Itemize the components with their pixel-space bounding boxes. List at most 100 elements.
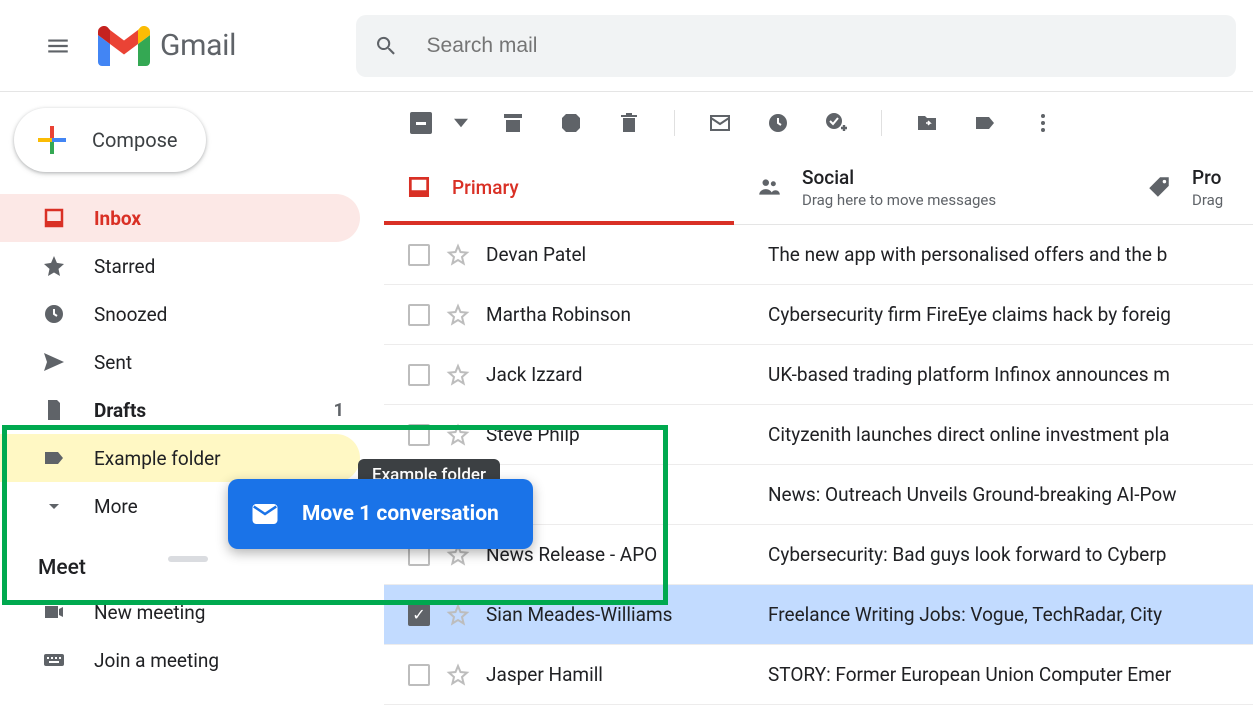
nav-label: More — [94, 495, 138, 518]
tab-subtext: Drag here to move messages — [802, 191, 996, 209]
tab-promotions[interactable]: Pro Drag — [1124, 150, 1245, 224]
row-sender: Steve Philp — [486, 423, 768, 446]
search-bar[interactable] — [356, 15, 1236, 77]
nav-drafts[interactable]: Drafts 1 — [0, 386, 360, 434]
star-icon — [42, 254, 66, 278]
row-checkbox[interactable] — [408, 604, 430, 626]
row-sender: Sian Meades-Williams — [486, 603, 768, 626]
select-all-toggle[interactable] — [410, 112, 468, 134]
file-icon — [42, 398, 66, 422]
star-icon[interactable] — [446, 423, 470, 447]
main-panel: Primary Social Drag here to move message… — [384, 92, 1253, 705]
star-icon[interactable] — [446, 363, 470, 387]
mail-row[interactable]: Sian Meades-WilliamsFreelance Writing Jo… — [384, 585, 1253, 645]
sidebar-resize-handle[interactable] — [168, 556, 208, 562]
delete-button[interactable] — [616, 110, 642, 136]
mail-filled-icon — [250, 499, 280, 529]
label-icon — [42, 446, 66, 470]
row-checkbox[interactable] — [408, 244, 430, 266]
tab-primary[interactable]: Primary — [384, 150, 734, 224]
video-icon — [42, 600, 66, 624]
compose-label: Compose — [92, 128, 178, 152]
star-icon[interactable] — [446, 303, 470, 327]
mail-icon — [708, 111, 732, 135]
nav-label: Join a meeting — [94, 649, 219, 672]
nav-snoozed[interactable]: Snoozed — [0, 290, 360, 338]
plus-icon — [34, 122, 70, 158]
row-sender: Jasper Hamill — [486, 663, 768, 686]
mail-row[interactable]: Devan PatelThe new app with personalised… — [384, 225, 1253, 285]
star-icon[interactable] — [446, 663, 470, 687]
row-checkbox[interactable] — [408, 664, 430, 686]
row-subject: UK-based trading platform Infinox announ… — [768, 363, 1170, 386]
nav-label: Example folder — [94, 447, 221, 470]
search-input[interactable] — [427, 34, 1219, 58]
mail-toolbar — [384, 92, 1253, 150]
toast-text: Move 1 conversation — [302, 502, 499, 526]
star-icon[interactable] — [446, 603, 470, 627]
meet-join-meeting[interactable]: Join a meeting — [0, 636, 360, 684]
label-icon — [973, 111, 997, 135]
search-icon — [374, 33, 398, 59]
gmail-wordmark: Gmail — [160, 28, 236, 63]
compose-button[interactable]: Compose — [14, 108, 206, 172]
mail-row[interactable]: Jack IzzardUK-based trading platform Inf… — [384, 345, 1253, 405]
tab-label: Pro — [1192, 166, 1223, 189]
dropdown-caret-icon — [454, 116, 468, 130]
gmail-logo[interactable]: Gmail — [98, 26, 236, 66]
archive-icon — [501, 111, 525, 135]
add-task-button[interactable] — [823, 110, 849, 136]
star-icon[interactable] — [446, 243, 470, 267]
more-button[interactable] — [1030, 110, 1056, 136]
inbox-icon — [406, 174, 432, 200]
archive-button[interactable] — [500, 110, 526, 136]
row-subject: Cybersecurity firm FireEye claims hack b… — [768, 303, 1171, 326]
snooze-button[interactable] — [765, 110, 791, 136]
row-subject: Cybersecurity: Bad guys look forward to … — [768, 543, 1166, 566]
nav-label: Snoozed — [94, 303, 167, 326]
keyboard-icon — [42, 648, 66, 672]
row-subject: The new app with personalised offers and… — [768, 243, 1167, 266]
row-sender: Jack Izzard — [486, 363, 768, 386]
trash-icon — [617, 111, 641, 135]
labels-button[interactable] — [972, 110, 998, 136]
move-conversation-toast: Move 1 conversation — [228, 479, 533, 549]
nav-starred[interactable]: Starred — [0, 242, 360, 290]
tab-subtext: Drag — [1192, 191, 1223, 209]
row-sender: Martha Robinson — [486, 303, 768, 326]
spam-icon — [559, 111, 583, 135]
row-checkbox[interactable] — [408, 424, 430, 446]
row-checkbox[interactable] — [408, 364, 430, 386]
select-indeterminate-icon — [410, 112, 432, 134]
row-checkbox[interactable] — [408, 304, 430, 326]
mail-row[interactable]: Jasper HamillSTORY: Former European Unio… — [384, 645, 1253, 705]
row-subject: Freelance Writing Jobs: Vogue, TechRadar… — [768, 603, 1162, 626]
inbox-icon — [42, 206, 66, 230]
check-plus-icon — [824, 111, 848, 135]
app-header: Gmail — [0, 0, 1253, 92]
hamburger-icon — [45, 33, 71, 59]
mail-row[interactable]: Martha RobinsonCybersecurity firm FireEy… — [384, 285, 1253, 345]
nav-inbox[interactable]: Inbox — [0, 194, 360, 242]
nav-label: Sent — [94, 351, 132, 374]
people-icon — [756, 174, 782, 200]
category-tabs: Primary Social Drag here to move message… — [384, 150, 1253, 225]
spam-button[interactable] — [558, 110, 584, 136]
clock-icon — [766, 111, 790, 135]
nav-label: Starred — [94, 255, 155, 278]
mail-row[interactable]: Steve PhilpCityzenith launches direct on… — [384, 405, 1253, 465]
meet-new-meeting[interactable]: New meeting — [0, 588, 360, 636]
tab-social[interactable]: Social Drag here to move messages — [734, 150, 1124, 224]
nav-label: Drafts — [94, 399, 146, 422]
chevron-down-icon — [42, 494, 66, 518]
mark-unread-button[interactable] — [707, 110, 733, 136]
move-to-button[interactable] — [914, 110, 940, 136]
main-menu-button[interactable] — [34, 22, 82, 70]
clock-icon — [42, 302, 66, 326]
nav-label: Inbox — [94, 207, 141, 230]
nav-sent[interactable]: Sent — [0, 338, 360, 386]
more-vert-icon — [1031, 111, 1055, 135]
nav-label: New meeting — [94, 601, 205, 624]
nav-example-folder[interactable]: Example folder — [0, 434, 360, 482]
toolbar-separator — [881, 110, 882, 136]
